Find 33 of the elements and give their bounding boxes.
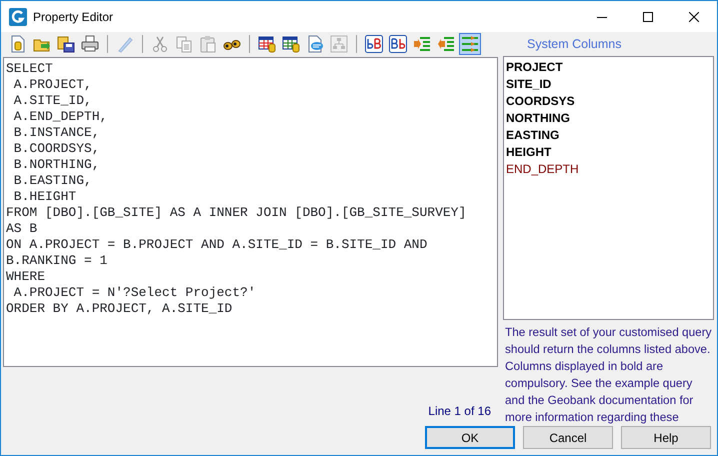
- code-line: B.NORTHING,: [12, 157, 101, 173]
- sql-editor[interactable]: [3, 57, 498, 367]
- code-line: A.SITE_ID,: [12, 93, 93, 109]
- column-item[interactable]: EASTING: [506, 127, 711, 144]
- code-line: B.EASTING,: [12, 173, 93, 189]
- dialog-button[interactable]: Cancel: [523, 426, 613, 449]
- code-line: A.END_DEPTH,: [12, 109, 108, 125]
- column-item[interactable]: HEIGHT: [506, 144, 711, 161]
- column-item[interactable]: PROJECT: [506, 59, 711, 76]
- dialog-button[interactable]: OK: [425, 426, 515, 449]
- column-item[interactable]: END_DEPTH: [506, 161, 711, 178]
- code-line: B.COORDSYS,: [12, 141, 101, 157]
- status-text: Line 1 of 16: [427, 403, 492, 420]
- code-line: ORDER BY A.PROJECT, A.SITE_ID: [6, 301, 234, 317]
- column-item[interactable]: SITE_ID: [506, 76, 711, 93]
- code-line: B.INSTANCE,: [12, 125, 101, 141]
- code-line: ON A.PROJECT = B.PROJECT AND A.SITE_ID = B.SITE_ID AND: [6, 237, 428, 253]
- column-item[interactable]: NORTHING: [506, 110, 711, 127]
- maximize-icon[interactable]: [643, 12, 653, 22]
- close-icon[interactable]: [689, 12, 699, 22]
- code-line: FROM [DBO].[GB_SITE] AS A INNER JOIN [DBO].[GB_SITE_SURVEY]: [6, 205, 468, 221]
- column-item[interactable]: COORDSYS: [506, 93, 711, 110]
- code-line: SELECT: [6, 61, 54, 77]
- dialog-button[interactable]: Help: [621, 426, 711, 449]
- code-line: B.RANKING = 1: [6, 253, 108, 269]
- window-title: Property Editor: [33, 8, 114, 26]
- code-line: A.PROJECT = N'?Select Project?': [12, 285, 257, 301]
- code-line: A.PROJECT,: [12, 77, 93, 93]
- code-line: AS B: [6, 221, 38, 237]
- code-line: WHERE: [6, 269, 46, 285]
- app-icon: [9, 8, 27, 26]
- code-line: B.HEIGHT: [12, 189, 78, 205]
- help-text: The result set of your customised query should return the columns listed above. Columns displayed in bold are compulsory. See the example query and the Geobank documentation for more information regarding these: [504, 324, 713, 426]
